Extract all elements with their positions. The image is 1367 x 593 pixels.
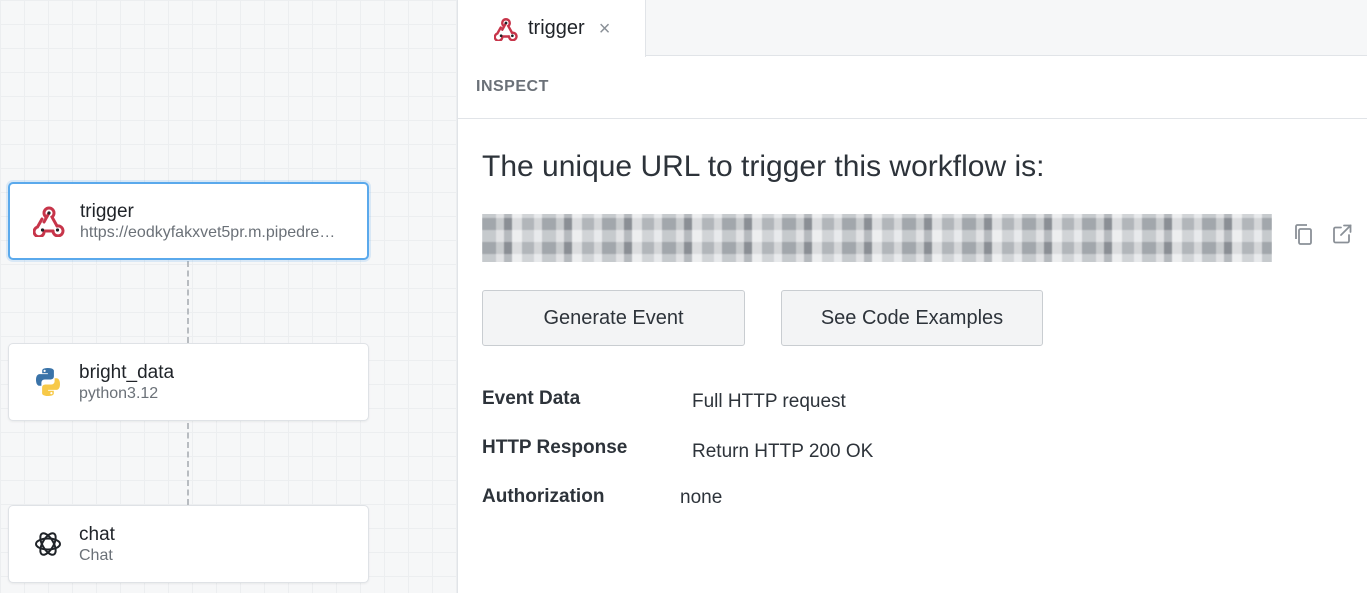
python-icon (31, 365, 65, 399)
generate-event-button[interactable]: Generate Event (482, 290, 745, 346)
workflow-step-bright-data[interactable]: bright_data python3.12 (8, 343, 369, 421)
tab-bar: trigger × (458, 0, 1367, 57)
trigger-url-redacted (482, 210, 1272, 266)
workflow-step-trigger[interactable]: trigger https://eodkyfakxvet5pr.m.pipedr… (8, 182, 369, 260)
step-subtitle: https://eodkyfakxvet5pr.m.pipedream.net (80, 223, 338, 241)
authorization-label: Authorization (482, 486, 605, 507)
event-data-value: Full HTTP request (692, 391, 846, 412)
workflow-step-chat[interactable]: chat Chat (8, 505, 369, 583)
section-header: INSPECT (458, 56, 1367, 119)
tab-trigger[interactable]: trigger × (458, 0, 646, 57)
http-response-label: HTTP Response (482, 437, 628, 458)
step-title: trigger (80, 200, 134, 222)
webhook-icon (32, 204, 66, 238)
step-subtitle: python3.12 (79, 384, 159, 402)
section-label: INSPECT (476, 78, 549, 95)
event-data-label: Event Data (482, 388, 581, 409)
http-response-value: Return HTTP 200 OK (692, 441, 874, 462)
see-code-examples-button[interactable]: See Code Examples (781, 290, 1043, 346)
step-connector (187, 261, 189, 343)
step-title: bright_data (79, 361, 175, 383)
external-link-icon[interactable] (1329, 221, 1355, 247)
close-tab-button[interactable]: × (599, 19, 611, 39)
openai-icon (31, 527, 65, 561)
step-title: chat (79, 523, 115, 545)
step-connector (187, 423, 189, 505)
webhook-icon (494, 17, 518, 41)
inspector-panel: trigger × INSPECT The unique URL to trig… (458, 0, 1367, 593)
copy-icon[interactable] (1290, 221, 1316, 247)
tab-label: trigger (528, 17, 585, 39)
url-heading: The unique URL to trigger this workflow … (482, 150, 1045, 183)
step-subtitle: Chat (79, 546, 113, 564)
workflow-canvas[interactable]: trigger https://eodkyfakxvet5pr.m.pipedr… (0, 0, 458, 593)
authorization-value: none (680, 487, 723, 508)
